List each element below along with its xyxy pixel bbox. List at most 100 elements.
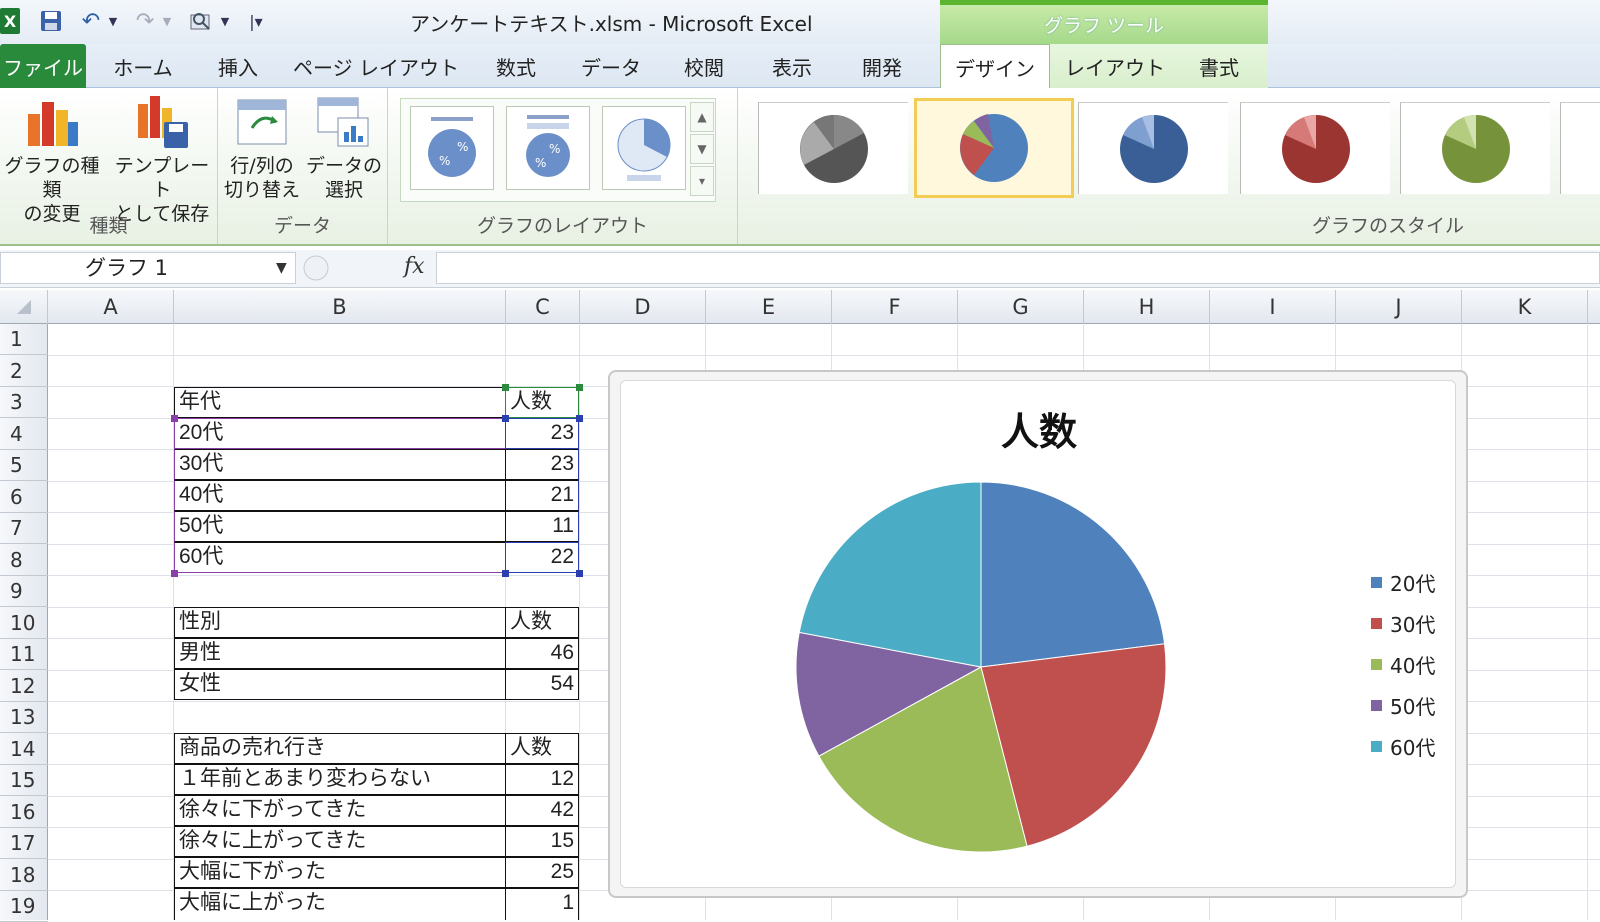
quick-access-tool-icon[interactable]	[186, 6, 218, 36]
row-header[interactable]: 15	[0, 765, 48, 796]
range-handle[interactable]	[576, 570, 583, 577]
gallery-more-icon[interactable]: ▾	[690, 166, 714, 196]
chart-style-option-6[interactable]	[1560, 102, 1600, 194]
range-handle[interactable]	[171, 570, 178, 577]
table-cell[interactable]: 23	[505, 418, 579, 449]
insert-function-icon[interactable]: fx	[404, 254, 425, 279]
tab-view[interactable]: 表示	[752, 44, 832, 88]
table-header-cell[interactable]: 人数	[505, 607, 579, 638]
gallery-scroll-up-icon[interactable]: ▲	[690, 102, 714, 132]
column-header-g[interactable]: G	[958, 290, 1084, 324]
table-cell[interactable]: 大幅に下がった	[174, 857, 506, 888]
row-header[interactable]: 14	[0, 734, 48, 765]
switch-row-column-button[interactable]: 行/列の 切り替え	[218, 94, 306, 208]
table-cell[interactable]: 1	[505, 888, 579, 920]
legend-item[interactable]: 40代	[1371, 649, 1435, 679]
save-as-template-button[interactable]: テンプレート として保存	[110, 94, 214, 225]
undo-icon[interactable]: ↶	[76, 6, 106, 36]
redo-icon[interactable]: ↷	[130, 6, 160, 36]
column-header-k[interactable]: K	[1462, 290, 1588, 324]
range-handle[interactable]	[171, 415, 178, 422]
row-header[interactable]: 12	[0, 671, 48, 702]
row-header[interactable]: 10	[0, 608, 48, 639]
pie-chart[interactable]: 人数 20代 30代 40代 50代 60代	[620, 380, 1456, 888]
row-header[interactable]: 1	[0, 324, 48, 355]
column-header-d[interactable]: D	[580, 290, 706, 324]
chart-layout-option-1[interactable]: %%	[410, 106, 494, 190]
tab-formulas[interactable]: 数式	[476, 44, 556, 88]
table-cell[interactable]: 23	[505, 449, 579, 480]
pie-plot-area[interactable]	[781, 467, 1181, 867]
table-cell[interactable]: 60代	[174, 542, 506, 573]
tab-file[interactable]: ファイル	[0, 44, 86, 88]
quick-access-dropdown-icon[interactable]: ▼	[218, 6, 232, 36]
row-header[interactable]: 19	[0, 891, 48, 922]
table-cell[interactable]: 46	[505, 638, 579, 669]
tab-home[interactable]: ホーム	[96, 44, 190, 88]
select-data-button[interactable]: データの 選択	[300, 94, 388, 208]
table-cell[interactable]: 12	[505, 764, 579, 795]
row-header[interactable]: 18	[0, 860, 48, 891]
table-cell[interactable]: 22	[505, 542, 579, 573]
tab-page-layout[interactable]: ページ レイアウト	[288, 44, 464, 88]
tab-developer[interactable]: 開発	[842, 44, 922, 88]
range-handle[interactable]	[502, 570, 509, 577]
table-cell[interactable]: 30代	[174, 449, 506, 480]
row-header[interactable]: 11	[0, 639, 48, 670]
table-cell[interactable]: 徐々に上がってきた	[174, 826, 506, 857]
chart-style-option-4[interactable]	[1240, 102, 1390, 194]
name-box-dropdown-icon[interactable]: ▼	[276, 260, 287, 276]
row-header[interactable]: 16	[0, 797, 48, 828]
table-cell[interactable]: 20代	[174, 418, 506, 449]
table-header-cell[interactable]: 年代	[174, 387, 506, 418]
column-header-h[interactable]: H	[1084, 290, 1210, 324]
table-cell[interactable]: １年前とあまり変わらない	[174, 764, 506, 795]
chart-title[interactable]: 人数	[621, 401, 1457, 456]
customize-qat-icon[interactable]: |▾	[244, 6, 268, 36]
chart-style-option-5[interactable]	[1400, 102, 1550, 194]
column-header-e[interactable]: E	[706, 290, 832, 324]
table-header-cell[interactable]: 人数	[505, 733, 579, 764]
chart-style-option-1[interactable]	[758, 102, 908, 194]
row-header[interactable]: 5	[0, 450, 48, 481]
table-cell[interactable]: 女性	[174, 669, 506, 700]
table-cell[interactable]: 25	[505, 857, 579, 888]
range-handle[interactable]	[576, 384, 583, 391]
table-cell[interactable]: 11	[505, 511, 579, 542]
pie-slice-20代[interactable]	[980, 481, 1166, 668]
legend-item[interactable]: 20代	[1371, 567, 1435, 597]
select-all-corner[interactable]	[0, 290, 48, 324]
redo-dropdown-icon[interactable]: ▼	[160, 6, 174, 36]
row-header[interactable]: 3	[0, 387, 48, 418]
row-header[interactable]: 8	[0, 545, 48, 576]
row-header[interactable]: 13	[0, 702, 48, 733]
table-cell[interactable]: 大幅に上がった	[174, 888, 506, 920]
row-header[interactable]: 7	[0, 513, 48, 544]
column-header-f[interactable]: F	[832, 290, 958, 324]
table-cell[interactable]: 54	[505, 669, 579, 700]
column-header-c[interactable]: C	[506, 290, 580, 324]
tab-format[interactable]: 書式	[1174, 44, 1264, 88]
save-icon[interactable]	[36, 6, 66, 36]
row-header[interactable]: 17	[0, 828, 48, 859]
chart-style-option-2-selected[interactable]	[914, 98, 1074, 198]
table-cell[interactable]: 男性	[174, 638, 506, 669]
undo-dropdown-icon[interactable]: ▼	[106, 6, 120, 36]
range-handle[interactable]	[502, 415, 509, 422]
chart-layout-option-2[interactable]: %%	[506, 106, 590, 190]
table-cell[interactable]: 50代	[174, 511, 506, 542]
change-chart-type-button[interactable]: グラフの種類 の変更	[0, 94, 104, 225]
column-header-j[interactable]: J	[1336, 290, 1462, 324]
column-header-a[interactable]: A	[48, 290, 174, 324]
legend-item[interactable]: 30代	[1371, 608, 1435, 638]
column-header-i[interactable]: I	[1210, 290, 1336, 324]
row-header[interactable]: 6	[0, 482, 48, 513]
excel-logo-icon[interactable]: X	[0, 8, 20, 34]
row-header[interactable]: 9	[0, 576, 48, 607]
table-cell[interactable]: 21	[505, 480, 579, 511]
table-header-cell[interactable]: 商品の売れ行き	[174, 733, 506, 764]
table-cell[interactable]: 15	[505, 826, 579, 857]
table-header-cell[interactable]: 性別	[174, 607, 506, 638]
gallery-scroll-down-icon[interactable]: ▼	[690, 134, 714, 164]
chart-style-option-3[interactable]	[1078, 102, 1228, 194]
